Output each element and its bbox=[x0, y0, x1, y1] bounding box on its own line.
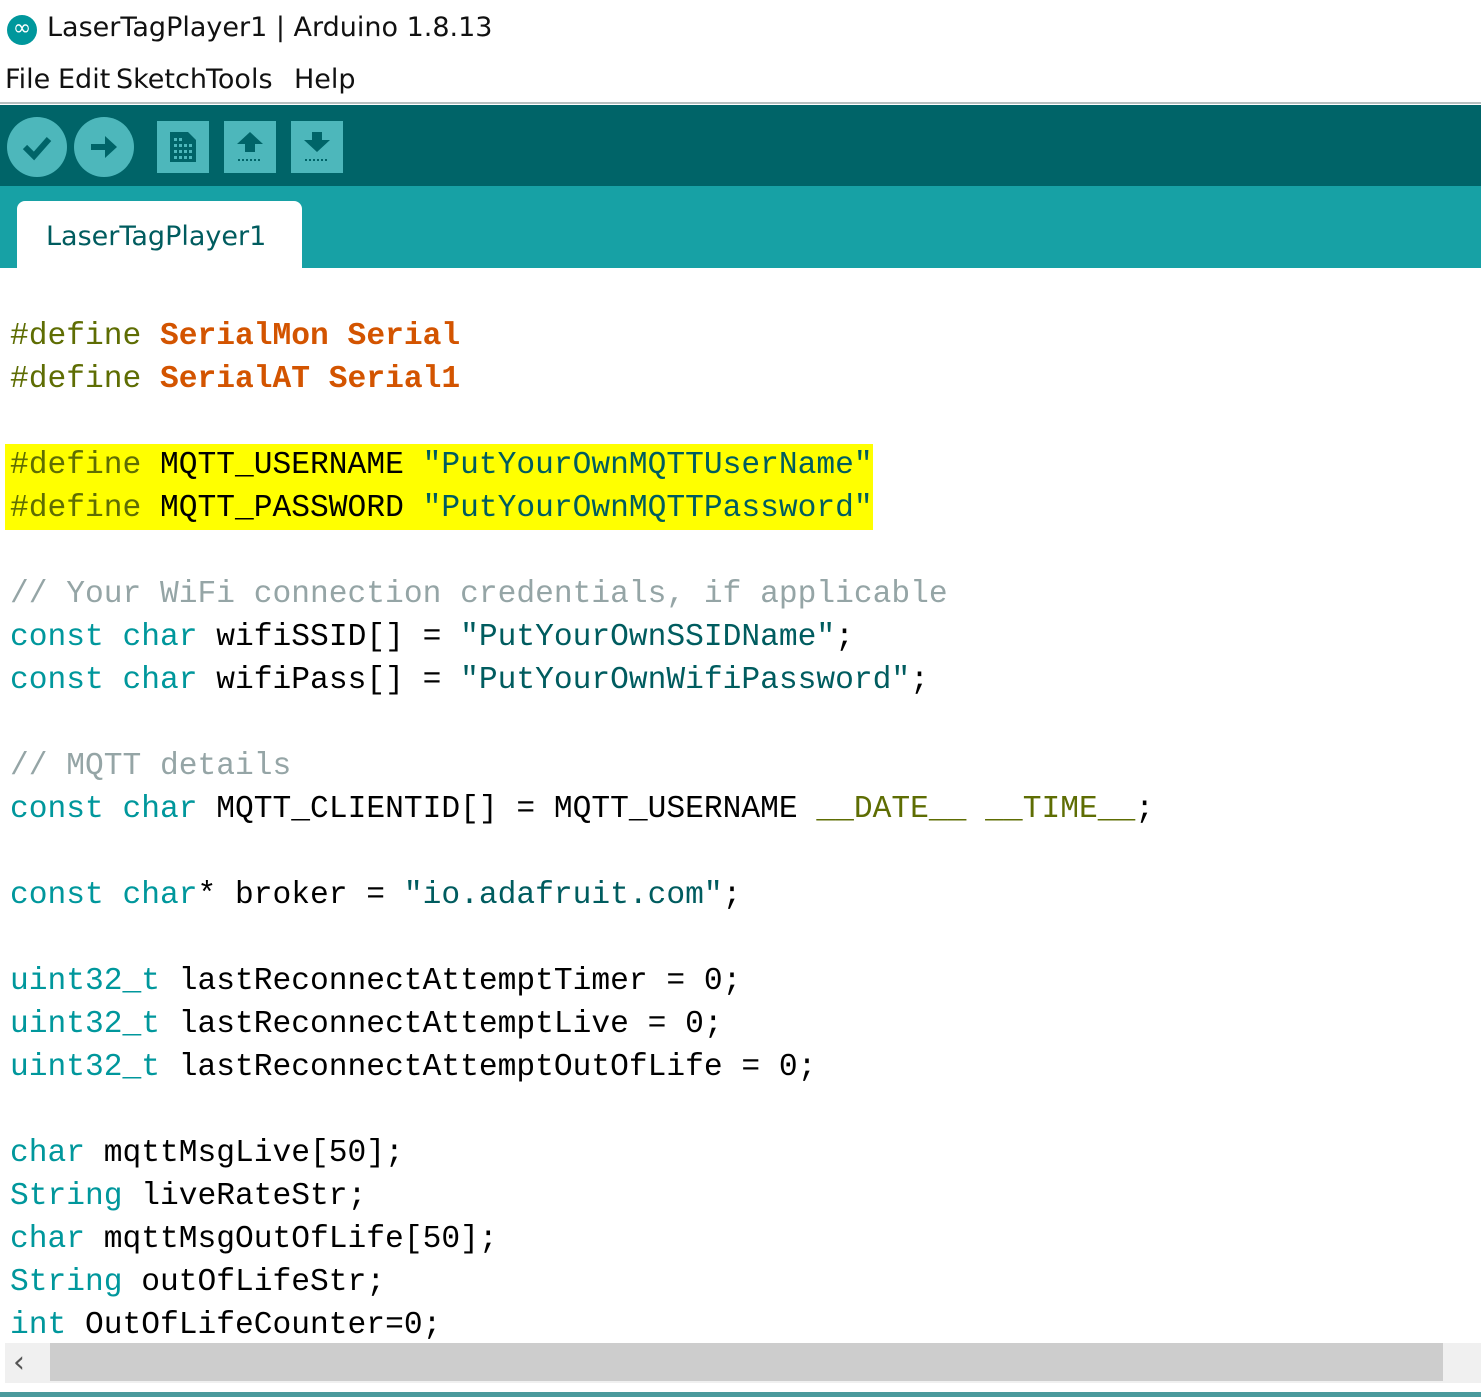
code-token: uint32_t bbox=[10, 1007, 179, 1042]
status-divider bbox=[0, 1392, 1481, 1397]
arrow-down-icon bbox=[304, 132, 330, 161]
tab-lasertagplayer1[interactable]: LaserTagPlayer1 bbox=[17, 201, 302, 268]
menu-edit[interactable]: Edit bbox=[58, 64, 110, 95]
code-token: MQTT_PASSWORD bbox=[160, 491, 423, 526]
code-token: ; bbox=[835, 620, 854, 655]
code-token: ; bbox=[910, 663, 929, 698]
menu-sketch[interactable]: Sketch bbox=[116, 64, 207, 95]
code-line: // Your WiFi connection credentials, if … bbox=[10, 573, 948, 616]
code-token: #define bbox=[10, 319, 161, 354]
code-token: String bbox=[10, 1265, 142, 1300]
code-token: SerialMon Serial bbox=[160, 319, 461, 354]
arrow-up-icon bbox=[237, 132, 263, 161]
code-token: OutOfLifeCounter=0; bbox=[85, 1308, 442, 1343]
code-token: MQTT_USERNAME bbox=[160, 448, 423, 483]
upload-button[interactable] bbox=[74, 117, 134, 177]
code-line: const char MQTT_CLIENTID[] = MQTT_USERNA… bbox=[10, 788, 1154, 831]
code-line: #define MQTT_PASSWORD "PutYourOwnMQTTPas… bbox=[5, 487, 873, 530]
code-token: #define bbox=[10, 491, 161, 526]
code-token: // Your WiFi connection credentials, if … bbox=[10, 577, 948, 612]
code-line: uint32_t lastReconnectAttemptTimer = 0; bbox=[10, 960, 741, 1003]
code-token: MQTT_CLIENTID[] = MQTT_USERNAME bbox=[216, 792, 817, 827]
code-line: const char wifiPass[] = "PutYourOwnWifiP… bbox=[10, 659, 929, 702]
code-token: const char bbox=[10, 663, 217, 698]
verify-button[interactable] bbox=[7, 117, 67, 177]
code-token: * broker = bbox=[197, 878, 404, 913]
code-line: String liveRateStr; bbox=[10, 1175, 366, 1218]
code-token: "PutYourOwnMQTTUserName" bbox=[422, 448, 873, 483]
code-token: wifiSSID[] = bbox=[216, 620, 461, 655]
code-line: uint32_t lastReconnectAttemptOutOfLife =… bbox=[10, 1046, 816, 1089]
code-token: uint32_t bbox=[10, 1050, 179, 1085]
code-token: lastReconnectAttemptTimer = 0; bbox=[178, 964, 742, 999]
menu-bar: File Edit Sketch Tools Help bbox=[0, 58, 1481, 104]
code-token: char bbox=[10, 1136, 104, 1171]
code-token: __DATE__ __TIME__ bbox=[816, 792, 1136, 827]
code-line: uint32_t lastReconnectAttemptLive = 0; bbox=[10, 1003, 723, 1046]
code-line: // MQTT details bbox=[10, 745, 291, 788]
code-line: char mqttMsgLive[50]; bbox=[10, 1132, 404, 1175]
save-button[interactable] bbox=[291, 121, 343, 173]
arrow-right-icon bbox=[91, 136, 117, 158]
code-line: const char* broker = "io.adafruit.com"; bbox=[10, 874, 741, 917]
tab-bar: LaserTagPlayer1 bbox=[0, 186, 1481, 268]
code-token: outOfLifeStr; bbox=[141, 1265, 386, 1300]
code-line: int OutOfLifeCounter=0; bbox=[10, 1304, 441, 1343]
code-token: wifiPass[] = bbox=[216, 663, 461, 698]
code-token: int bbox=[10, 1308, 86, 1343]
code-token: const char bbox=[10, 878, 198, 913]
code-editor[interactable]: #define SerialMon Serial #define SerialAT… bbox=[0, 268, 1481, 1343]
open-button[interactable] bbox=[224, 121, 276, 173]
code-token: char bbox=[10, 1222, 104, 1257]
code-token: // MQTT details bbox=[10, 749, 292, 784]
code-token: ; bbox=[722, 878, 742, 913]
code-line: #define MQTT_USERNAME "PutYourOwnMQTTUse… bbox=[5, 444, 873, 487]
code-line: const char wifiSSID[] = "PutYourOwnSSIDN… bbox=[10, 616, 854, 659]
code-token: mqttMsgOutOfLife[50]; bbox=[103, 1222, 498, 1257]
code-token: mqttMsgLive[50]; bbox=[103, 1136, 404, 1171]
scrollbar-thumb[interactable] bbox=[50, 1343, 1443, 1381]
code-token: "PutYourOwnWifiPassword" bbox=[460, 663, 911, 698]
code-line: #define SerialMon Serial bbox=[10, 315, 460, 358]
code-token: "io.adafruit.com" bbox=[403, 878, 723, 913]
code-token: ; bbox=[1135, 792, 1154, 827]
tab-label: LaserTagPlayer1 bbox=[46, 221, 267, 252]
new-button[interactable] bbox=[157, 121, 209, 173]
document-icon bbox=[170, 132, 196, 162]
chevron-left-icon[interactable]: ‹ bbox=[13, 1345, 25, 1380]
code-token: "PutYourOwnMQTTPassword" bbox=[422, 491, 873, 526]
code-token: liveRateStr; bbox=[141, 1179, 367, 1214]
menu-tools[interactable]: Tools bbox=[206, 64, 273, 95]
arduino-logo-icon bbox=[7, 14, 37, 45]
code-line: #define SerialAT Serial1 bbox=[10, 358, 460, 401]
menu-help[interactable]: Help bbox=[294, 64, 356, 95]
code-token: const char bbox=[10, 792, 217, 827]
code-token: String bbox=[10, 1179, 142, 1214]
code-token: uint32_t bbox=[10, 964, 179, 999]
code-token: const char bbox=[10, 620, 217, 655]
title-bar: LaserTagPlayer1 | Arduino 1.8.13 bbox=[0, 0, 1481, 58]
code-token: #define bbox=[10, 448, 161, 483]
code-line: String outOfLifeStr; bbox=[10, 1261, 385, 1304]
menu-file[interactable]: File bbox=[5, 64, 50, 95]
code-token: lastReconnectAttemptOutOfLife = 0; bbox=[178, 1050, 817, 1085]
code-line: char mqttMsgOutOfLife[50]; bbox=[10, 1218, 498, 1261]
window-title: LaserTagPlayer1 | Arduino 1.8.13 bbox=[47, 12, 493, 43]
checkmark-icon bbox=[22, 137, 52, 161]
code-token: #define bbox=[10, 362, 161, 397]
code-token: lastReconnectAttemptLive = 0; bbox=[178, 1007, 723, 1042]
toolbar bbox=[0, 105, 1481, 186]
code-token: SerialAT Serial1 bbox=[160, 362, 461, 397]
code-token: "PutYourOwnSSIDName" bbox=[460, 620, 836, 655]
horizontal-scrollbar[interactable]: ‹ bbox=[5, 1343, 1481, 1383]
